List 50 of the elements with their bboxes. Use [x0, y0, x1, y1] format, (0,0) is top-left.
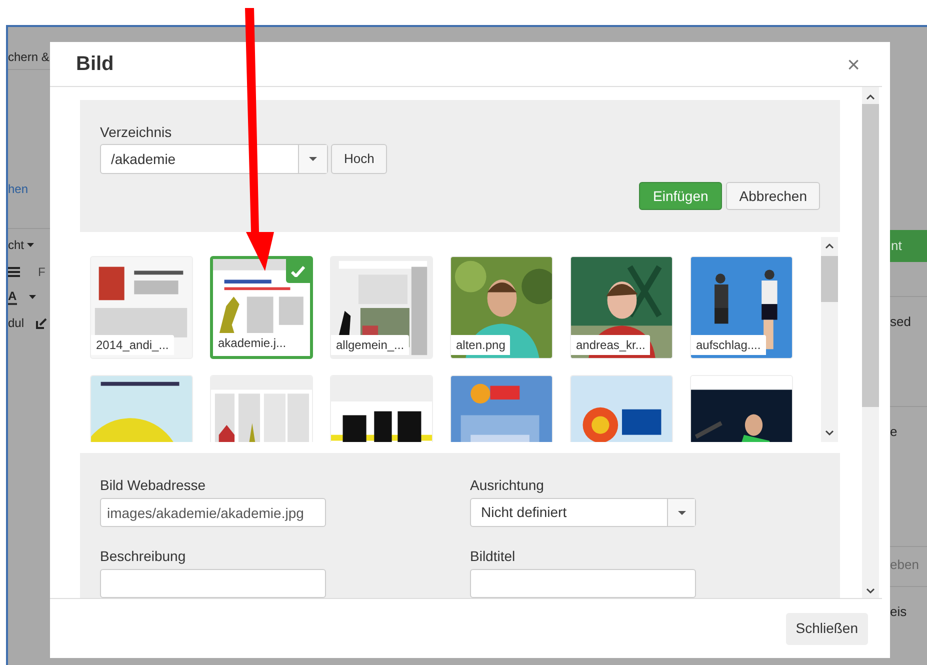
- page-text: eis: [890, 602, 907, 621]
- scroll-down-icon[interactable]: [825, 430, 834, 436]
- scroll-thumb[interactable]: [821, 256, 838, 302]
- dialog-title: Bild: [76, 52, 114, 77]
- thumbnail-label: allgemein_...: [331, 335, 410, 355]
- close-button[interactable]: Schließen: [786, 612, 868, 644]
- caret-icon: [309, 157, 317, 161]
- input-field[interactable]: [470, 569, 696, 598]
- toolbar-text[interactable]: F: [38, 263, 46, 281]
- alignment-select[interactable]: Nicht definiert: [470, 498, 696, 527]
- up-button[interactable]: Hoch: [331, 144, 388, 174]
- field-label: Ausrichtung: [470, 476, 545, 492]
- dropdown-button[interactable]: cht: [8, 236, 34, 254]
- page-text: sed: [890, 312, 911, 331]
- toolbar-text[interactable]: dul: [8, 314, 24, 332]
- thumbnail-label: 2014_andi_...: [91, 335, 174, 355]
- scroll-up-icon[interactable]: [825, 243, 834, 249]
- thumbnail[interactable]: aufschlag....: [690, 256, 793, 359]
- page-text: e: [890, 422, 898, 441]
- input-field[interactable]: images/akademie/akademie.jpg: [100, 498, 326, 527]
- thumbnail[interactable]: andreas_kr...: [570, 256, 673, 359]
- edit-icon[interactable]: [36, 318, 48, 328]
- scroll-thumb[interactable]: [862, 104, 879, 407]
- page-text: chern &: [8, 49, 50, 66]
- input-field[interactable]: [100, 569, 326, 598]
- thumbnail-label: alten.png: [451, 335, 510, 355]
- check-icon: [286, 259, 310, 283]
- font-color-button[interactable]: A: [8, 289, 17, 305]
- caret-icon[interactable]: [28, 295, 36, 299]
- thumbnail[interactable]: alten.png: [450, 256, 553, 359]
- thumbnail-label: aufschlag....: [691, 335, 766, 355]
- scrollbar[interactable]: [821, 237, 838, 442]
- field-label: Bild Webadresse: [100, 476, 207, 492]
- cancel-button[interactable]: Abbrechen: [726, 182, 820, 210]
- directory-select[interactable]: /akademie: [100, 144, 328, 174]
- caret-icon: [678, 510, 686, 514]
- scroll-down-icon[interactable]: [866, 588, 875, 594]
- caret-icon: [27, 242, 34, 246]
- field-label: Beschreibung: [100, 547, 187, 563]
- scroll-up-icon[interactable]: [866, 94, 875, 100]
- list-icon[interactable]: [8, 267, 20, 277]
- close-button[interactable]: ×: [847, 48, 860, 80]
- thumbnail-label: andreas_kr...: [571, 335, 650, 355]
- thumbnail[interactable]: allgemein_...: [330, 256, 433, 359]
- field-label: Verzeichnis: [100, 123, 173, 139]
- thumbnail[interactable]: 2014_andi_...: [90, 256, 193, 359]
- field-label: Bildtitel: [470, 547, 516, 563]
- thumbnail[interactable]: akademie.j...: [210, 256, 313, 359]
- select-value: /akademie: [110, 150, 177, 169]
- scrollbar[interactable]: [862, 87, 879, 598]
